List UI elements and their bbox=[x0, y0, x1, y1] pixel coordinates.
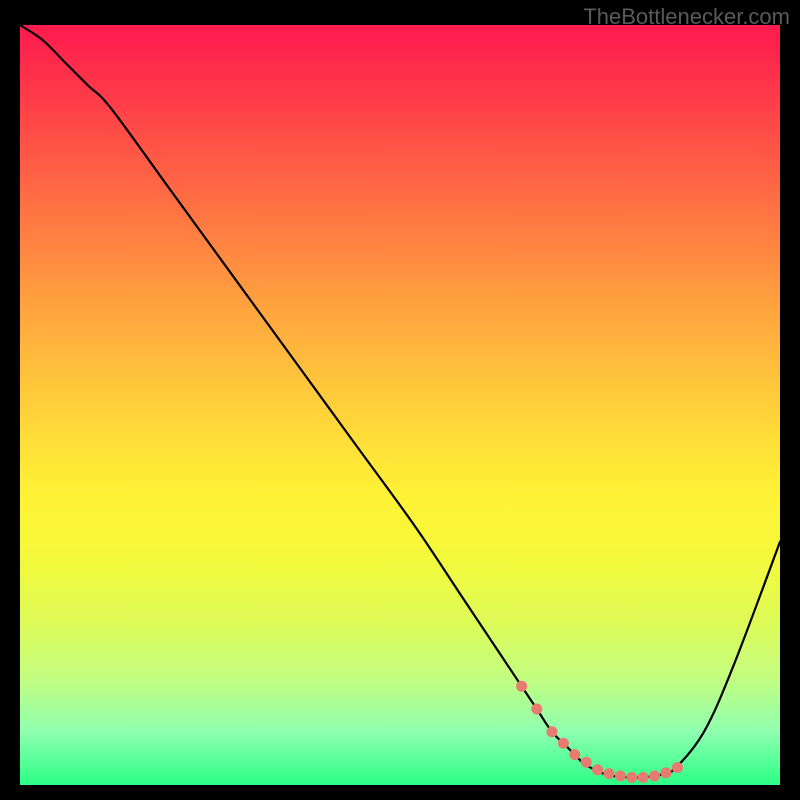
chart-svg bbox=[20, 25, 780, 785]
curve-marker bbox=[627, 772, 637, 782]
curve-marker bbox=[581, 757, 591, 767]
curve-marker bbox=[547, 727, 557, 737]
curve-marker bbox=[517, 681, 527, 691]
curve-marker bbox=[532, 704, 542, 714]
watermark-text: TheBottlenecker.com bbox=[583, 4, 790, 30]
curve-marker bbox=[558, 738, 568, 748]
curve-line bbox=[20, 25, 780, 778]
curve-marker bbox=[593, 765, 603, 775]
curve-marker bbox=[570, 750, 580, 760]
curve-marker bbox=[672, 763, 682, 773]
curve-marker bbox=[661, 768, 671, 778]
curve-marker bbox=[615, 771, 625, 781]
curve-marker bbox=[604, 769, 614, 779]
curve-markers bbox=[517, 681, 683, 782]
curve-marker bbox=[638, 772, 648, 782]
curve-marker bbox=[650, 771, 660, 781]
